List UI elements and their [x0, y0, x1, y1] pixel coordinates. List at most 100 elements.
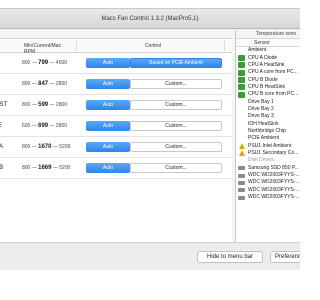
- fan-rpm: 800 — 847 — 2800: [22, 81, 68, 87]
- auto-button[interactable]: Auto: [86, 142, 130, 152]
- cpu-chip-icon: [238, 69, 245, 76]
- fan-row: IST 800 — 599 — 2800 AutoCustom...: [0, 95, 232, 116]
- hard-drive-icon: [238, 166, 245, 171]
- sensor-label: PSU1 Secondary Co...: [248, 149, 299, 156]
- warning-icon: [238, 150, 245, 157]
- fan-current-rpm: 599: [38, 102, 49, 108]
- fan-max-rpm: 2800: [55, 102, 68, 108]
- hard-drive-icon: [238, 188, 245, 193]
- sensor-label: WDC WD2003FYYS-...: [248, 186, 300, 193]
- sensor-item[interactable]: WDC WD2003FYYS-...: [236, 172, 300, 179]
- custom-button[interactable]: Custom...: [130, 79, 222, 89]
- fan-min-rpm: 800: [22, 165, 31, 171]
- sensor-label: Ambient: [248, 47, 267, 54]
- sensor-column-header: Sensor: [236, 38, 300, 47]
- sensor-item[interactable]: PSU1 Secondary Co...: [236, 150, 300, 157]
- sensor-item[interactable]: Ambient: [236, 47, 300, 54]
- sensor-item[interactable]: Samsung SSD 850 P...: [236, 165, 300, 172]
- bottom-bar: Hide to menu bar Preferences...: [0, 242, 300, 270]
- cpu-chip-icon: [238, 77, 245, 84]
- cpu-chip-icon: [238, 84, 245, 91]
- auto-button[interactable]: Auto: [86, 100, 130, 110]
- column-divider: [224, 41, 225, 51]
- sensor-label: PSU1 Inlet Ambient: [248, 142, 292, 149]
- fan-row: 'B 800 — 1669 — 5200 AutoCustom...: [0, 158, 232, 179]
- sensor-label: CPU A HeatSink: [248, 61, 285, 68]
- hide-to-menu-bar-button[interactable]: Hide to menu bar: [197, 251, 263, 263]
- sensor-item[interactable]: WDC WD2003FYYS-...: [236, 179, 300, 186]
- cpu-chip-icon: [238, 91, 245, 98]
- sensor-item[interactable]: Drive Bay 1: [236, 98, 300, 105]
- sensor-label: CPU A core from PC...: [248, 69, 298, 76]
- sensor-item[interactable]: CPU A HeatSink: [236, 62, 300, 69]
- custom-button[interactable]: Custom...: [130, 142, 222, 152]
- sensor-item[interactable]: PCIE Ambient: [236, 135, 300, 142]
- fan-rpm: 800 — 599 — 2800: [22, 102, 68, 108]
- fan-row: 800 — 847 — 2800 Auto Custom...: [0, 74, 232, 95]
- sensor-icon: [238, 99, 245, 105]
- custom-button[interactable]: Based on PCIE Ambient: [130, 58, 222, 68]
- sensor-item[interactable]: CPU B Diode: [236, 76, 300, 84]
- sensor-icon: [238, 48, 245, 54]
- cpu-chip-icon: [238, 62, 245, 69]
- sensor-label: Northbridge Chip: [248, 127, 286, 134]
- cpu-chip-icon: [238, 55, 245, 62]
- sensor-item[interactable]: Drive Bay 3: [236, 113, 300, 120]
- auto-button[interactable]: Auto: [86, 121, 130, 131]
- sensor-item[interactable]: Drive Bay 2: [236, 106, 300, 113]
- sensor-icon: [238, 106, 245, 112]
- sensor-item[interactable]: CPU B core from PC...: [236, 91, 300, 98]
- fan-name: E: [0, 123, 2, 129]
- sensor-icon: [238, 136, 245, 142]
- sensor-item[interactable]: Northbridge Chip: [236, 128, 300, 135]
- fan-current-rpm: 1669: [38, 165, 52, 171]
- sensor-item[interactable]: WDC WD2003FYYS-...: [236, 187, 300, 194]
- main-content: Min/Current/Max RPM Control 800 — 799 — …: [0, 30, 300, 242]
- fans-panel: Min/Current/Max RPM Control 800 — 799 — …: [0, 38, 232, 242]
- sensor-item[interactable]: PSU1 Inlet Ambient: [236, 142, 300, 150]
- sensor-icon: [238, 114, 245, 120]
- sensor-label: PCIE Ambient: [248, 135, 280, 142]
- fan-rpm: 600 — 699 — 2800: [22, 123, 68, 129]
- fan-max-rpm: 5200: [59, 165, 71, 171]
- custom-button[interactable]: Custom...: [130, 100, 222, 110]
- hard-drive-icon: [238, 180, 245, 185]
- hard-drive-icon: [238, 173, 245, 178]
- fan-name: 'B: [0, 165, 3, 171]
- sensor-label: Drive Bay 2: [248, 105, 274, 112]
- auto-button[interactable]: Auto: [86, 58, 130, 68]
- window-title: Macs Fan Control 1.3.2 (MacPro5,1): [0, 9, 300, 29]
- sensor-label: IOH HeatSink: [248, 120, 279, 127]
- sensor-label: CPU B core from PC...: [248, 91, 299, 98]
- fan-max-rpm: 5200: [59, 144, 71, 150]
- sensor-icon: [238, 121, 245, 127]
- sensor-group-header: Disk Drives:: [236, 157, 300, 164]
- sensor-label: Drive Bay 1: [248, 98, 274, 105]
- custom-button[interactable]: Custom...: [130, 121, 222, 131]
- fan-rpm: 800 — 799 — 4500: [22, 60, 68, 66]
- sensor-label: CPU A Diode: [248, 54, 278, 61]
- sensor-item[interactable]: WDC WD2003FYYS-...: [236, 194, 300, 201]
- auto-button[interactable]: Auto: [86, 79, 130, 89]
- sensor-label: CPU B HeatSink: [248, 83, 285, 90]
- fan-row: 800 — 799 — 4500 Auto Based on PCIE Ambien…: [0, 53, 232, 74]
- sensor-item[interactable]: CPU B HeatSink: [236, 84, 300, 91]
- fan-min-rpm: 800: [22, 81, 31, 87]
- control-column-header: Control: [144, 43, 162, 49]
- sensor-item[interactable]: CPU A core from PC...: [236, 69, 300, 76]
- sensor-item[interactable]: IOH HeatSink: [236, 120, 300, 127]
- sensor-label: Drive Bay 3: [248, 113, 274, 120]
- sensors-panel: Temperature sens Sensor Ambient CPU A Dio…: [235, 30, 300, 242]
- fan-name: IST: [0, 102, 8, 108]
- warning-icon: [238, 143, 245, 150]
- sensor-item[interactable]: CPU A Diode: [236, 54, 300, 62]
- fan-min-rpm: 600: [22, 123, 31, 129]
- app-window: Macs Fan Control 1.3.2 (MacPro5,1) Min/C…: [0, 8, 300, 270]
- fan-current-rpm: 847: [38, 81, 49, 87]
- auto-button[interactable]: Auto: [86, 163, 130, 173]
- custom-button[interactable]: Custom...: [130, 163, 222, 173]
- sensor-group-label: Disk Drives:: [248, 157, 275, 164]
- hard-drive-icon: [238, 195, 245, 200]
- fan-max-rpm: 2800: [55, 123, 68, 129]
- preferences-button[interactable]: Preferences...: [270, 251, 300, 263]
